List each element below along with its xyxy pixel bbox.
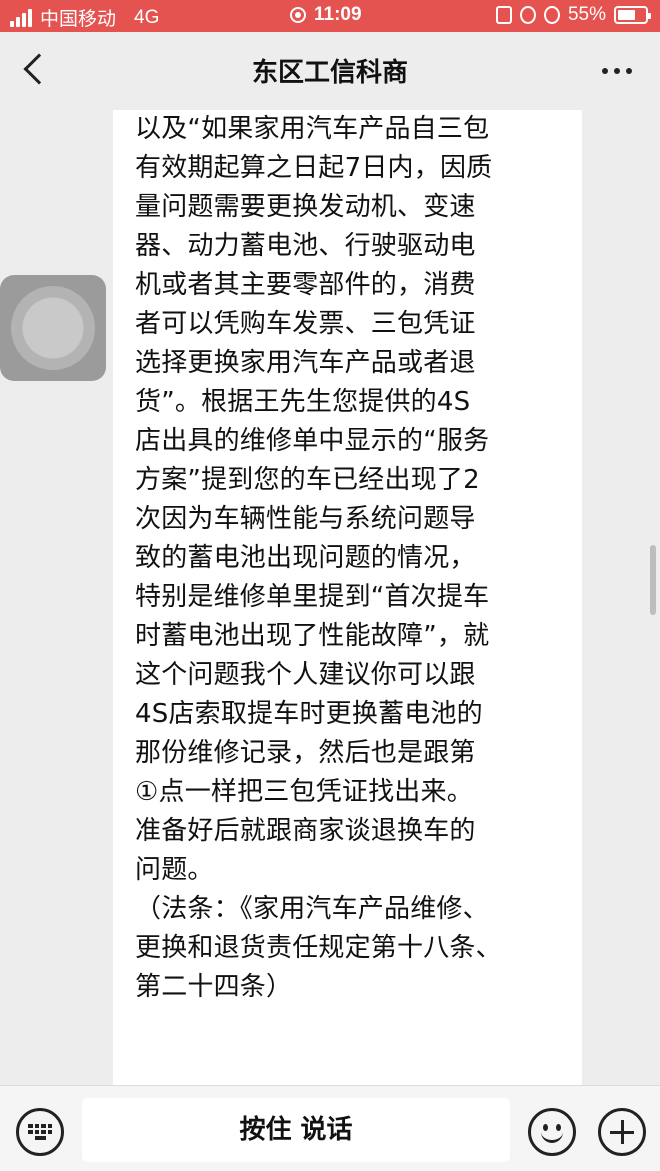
emoji-icon[interactable] [528, 1108, 576, 1156]
input-bar: 按住 说话 [0, 1085, 660, 1171]
status-bar: 中国移动 4G 11:09 55% [0, 0, 660, 32]
carrier-name: 中国移动 [40, 9, 117, 30]
battery-icon [614, 6, 651, 24]
battery-percent: 55% [567, 4, 606, 25]
plus-icon[interactable] [598, 1108, 646, 1156]
avatar-placeholder-icon [11, 286, 95, 370]
scrollbar[interactable] [650, 545, 656, 615]
status-right: 55% [495, 4, 651, 26]
status-time: 11:09 [314, 4, 362, 25]
message-text: 以及“如果家用汽车产品自三包 有效期起算之日起7日内，因质 量问题需要更换发动机… [135, 114, 502, 1002]
status-left: 中国移动 4G [10, 4, 159, 31]
status-center: 11:09 [290, 4, 362, 26]
message-bubble[interactable]: 以及“如果家用汽车产品自三包 有效期起算之日起7日内，因质 量问题需要更换发动机… [113, 110, 582, 1085]
signal-icon [10, 8, 32, 27]
nav-bar: 东区工信科商 [0, 32, 660, 110]
hold-to-talk-button[interactable]: 按住 说话 [82, 1098, 510, 1162]
sim-icon [495, 6, 512, 24]
avatar[interactable] [0, 275, 106, 381]
keyboard-icon[interactable] [16, 1108, 64, 1156]
page-title: 东区工信科商 [251, 58, 408, 88]
alarm-icon [290, 7, 306, 23]
network-type: 4G [134, 6, 160, 28]
more-dots-icon[interactable] [602, 68, 632, 74]
data-saver-icon [519, 6, 536, 24]
headset-icon [543, 6, 560, 24]
chat-area[interactable]: 以及“如果家用汽车产品自三包 有效期起算之日起7日内，因质 量问题需要更换发动机… [0, 110, 660, 1085]
